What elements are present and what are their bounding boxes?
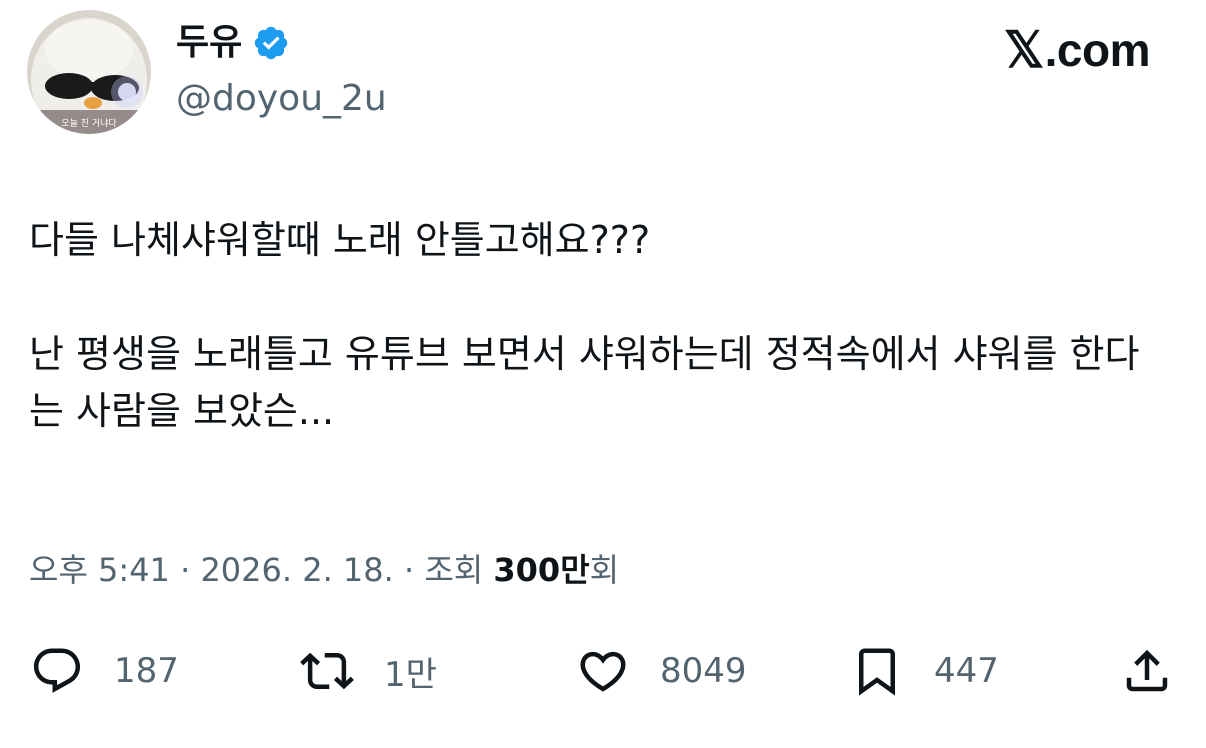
meta-separator: · [169,551,201,589]
author-handle[interactable]: @doyou_2u [176,76,387,122]
tweet-date[interactable]: 2026. 2. 18. [200,551,393,589]
reply-icon [33,648,81,693]
tweet-meta: 오후 5:41 · 2026. 2. 18. · 조회 300만회 [29,546,619,594]
like-button[interactable]: 8049 [576,636,747,706]
action-bar: 187 1만 8049 447 [0,636,1206,706]
author-name-row[interactable]: 두유 [176,18,290,68]
author-display-name[interactable]: 두유 [176,18,242,68]
views-count: 300만 [493,551,590,589]
like-count: 8049 [660,651,747,691]
x-com-logo: 𝕏 .com [1003,22,1151,78]
bookmark-count: 447 [934,651,999,691]
views-suffix: 회 [589,551,620,589]
retweet-button[interactable]: 1만 [300,636,437,706]
tweet-paragraph: 다들 나체샤워할때 노래 안틀고해요??? [29,218,651,262]
retweet-count: 1만 [384,654,437,695]
reply-button[interactable]: 187 [30,636,179,706]
heart-icon [580,651,626,692]
reply-count: 187 [114,651,179,691]
tweet-text: 다들 나체샤워할때 노래 안틀고해요??? 난 평생을 노래틀고 유튜브 보면서… [29,212,1169,440]
verified-badge-icon [255,26,288,60]
x-logo-icon: 𝕏 [1003,22,1044,78]
avatar-image: 오늘 진 거냐다 [27,10,151,134]
meta-separator: · [393,551,425,589]
x-domain-text: .com [1044,24,1151,76]
bookmark-button[interactable]: 447 [850,636,999,706]
avatar-caption: 오늘 진 거냐다 [61,118,117,129]
tweet-paragraph: 난 평생을 노래틀고 유튜브 보면서 샤워하는데 정적속에서 샤워를 한다는 사… [29,332,1140,433]
share-button[interactable] [1120,636,1174,706]
share-icon [1126,649,1168,692]
avatar[interactable]: 오늘 진 거냐다 [27,10,151,134]
bookmark-icon [859,648,895,696]
tweet-time[interactable]: 오후 5:41 [29,551,170,589]
retweet-icon [300,652,354,690]
views-label: 조회 [424,551,494,589]
